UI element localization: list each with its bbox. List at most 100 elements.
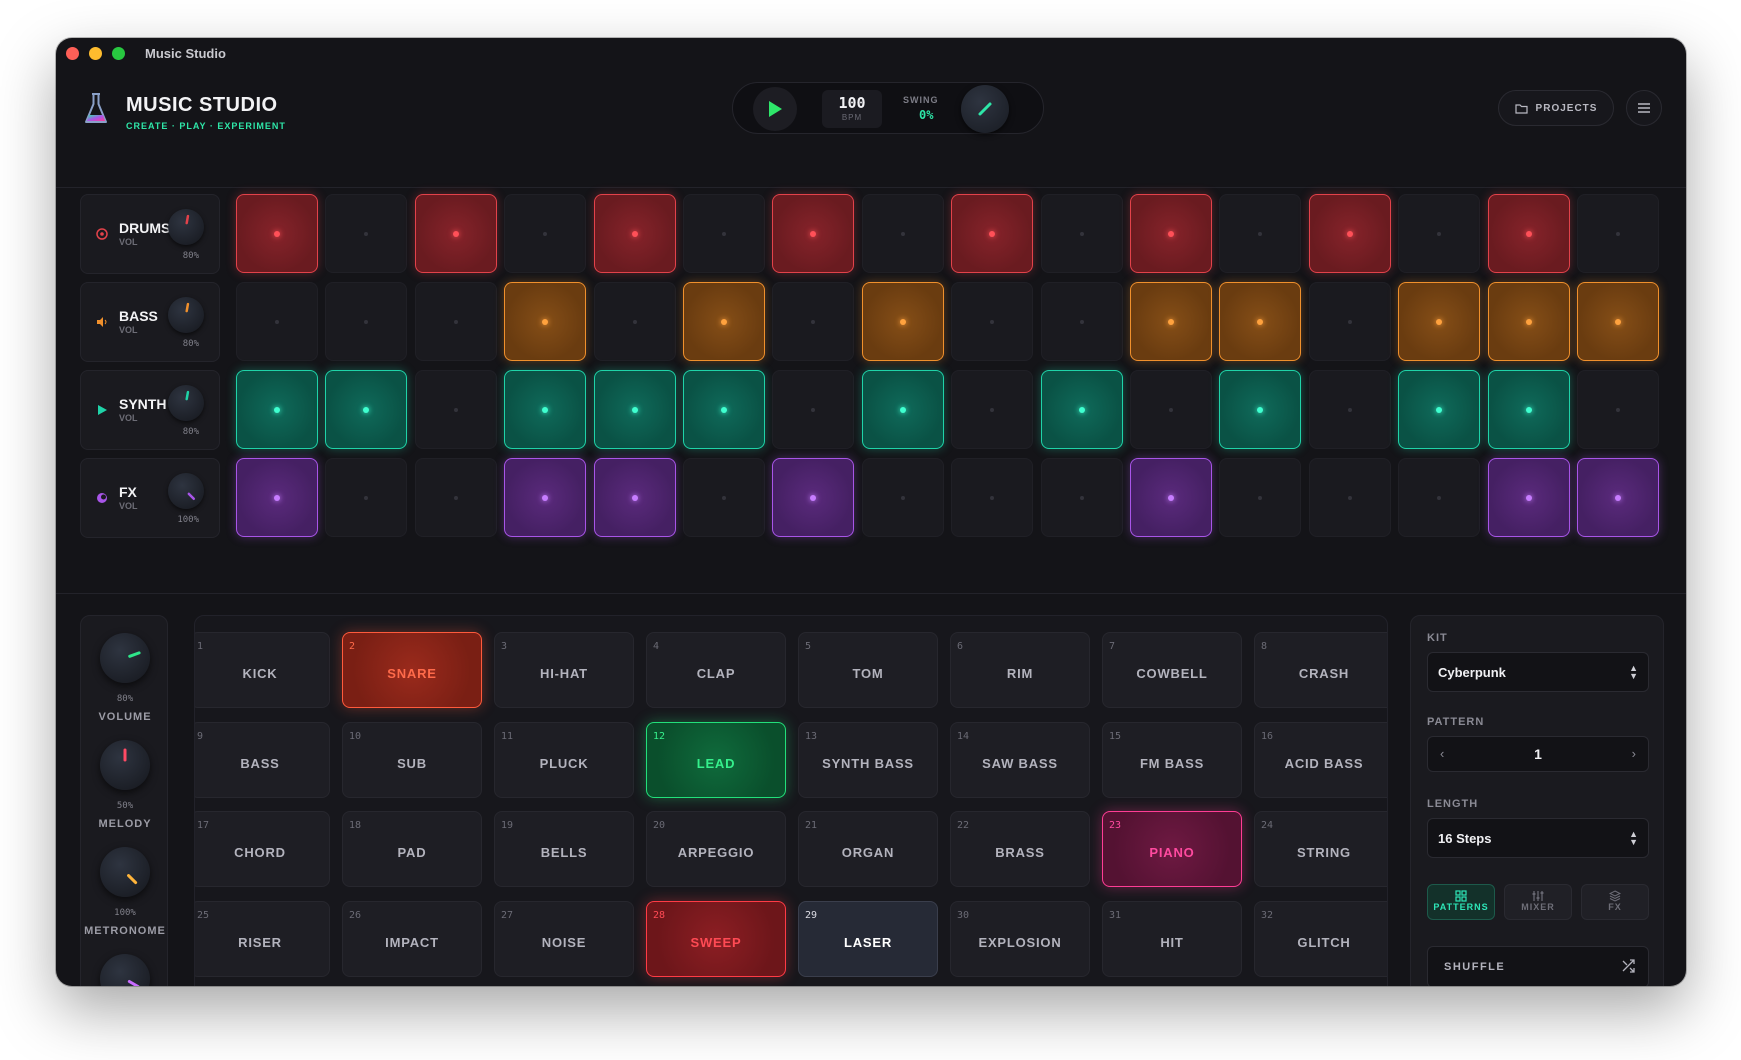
step-cell[interactable] [1487,458,1570,537]
step-cell[interactable] [772,458,855,537]
pad-brass[interactable]: 22 BRASS [950,811,1090,887]
step-cell[interactable] [236,194,318,273]
step-cell[interactable] [861,370,944,449]
pad-crash[interactable]: 8 CRASH [1254,632,1387,708]
step-cell[interactable] [1130,282,1212,361]
tab-mixer[interactable]: MIXER [1504,884,1572,920]
pad-sweep[interactable]: 28 SWEEP [646,900,786,977]
pad-hi-hat[interactable]: 3 HI-HAT [494,632,634,708]
step-cell[interactable] [1577,370,1659,449]
step-cell[interactable] [236,282,318,361]
pad-snare[interactable]: 2 SNARE [342,632,482,708]
pad-noise[interactable]: 27 NOISE [494,900,634,977]
pad-string[interactable]: 24 STRING [1254,811,1387,887]
step-cell[interactable] [1130,370,1212,449]
metronome-knob[interactable] [100,847,150,897]
step-cell[interactable] [593,370,676,449]
length-select[interactable]: 16 Steps ▲ ▼ [1427,818,1649,858]
track-volume-knob[interactable] [168,297,204,333]
play-button[interactable] [753,87,797,131]
step-cell[interactable] [1308,282,1391,361]
step-cell[interactable] [683,282,765,361]
step-cell[interactable] [414,370,497,449]
bpm-field[interactable]: 100 BPM [822,90,882,128]
pad-impact[interactable]: 26 IMPACT [342,900,482,977]
step-cell[interactable] [772,194,855,273]
pad-tom[interactable]: 5 TOM [798,632,938,708]
pad-piano[interactable]: 23 PIANO [1102,811,1242,887]
step-cell[interactable] [1219,458,1302,537]
pad-pad[interactable]: 18 PAD [342,811,482,887]
pad-acid-bass[interactable]: 16 ACID BASS [1254,721,1387,798]
step-cell[interactable] [772,282,855,361]
shuffle-button[interactable]: SHUFFLE [1427,946,1649,986]
pad-clap[interactable]: 4 CLAP [646,632,786,708]
step-cell[interactable] [593,282,676,361]
step-cell[interactable] [593,194,676,273]
step-cell[interactable] [1130,458,1212,537]
step-cell[interactable] [1040,194,1123,273]
menu-button[interactable] [1626,90,1662,126]
step-cell[interactable] [1040,282,1123,361]
step-cell[interactable] [504,194,587,273]
pad-synth-bass[interactable]: 13 SYNTH BASS [798,721,938,798]
step-cell[interactable] [1219,194,1302,273]
pad-saw-bass[interactable]: 14 SAW BASS [950,721,1090,798]
step-cell[interactable] [1130,194,1212,273]
track-volume-knob[interactable] [168,385,204,421]
pad-rim[interactable]: 6 RIM [950,632,1090,708]
pad-laser[interactable]: 29 LASER [798,900,938,977]
pad-glitch[interactable]: 32 GLITCH [1254,900,1387,977]
pad-explosion[interactable]: 30 EXPLOSION [950,900,1090,977]
step-cell[interactable] [1398,282,1481,361]
swing-knob[interactable] [961,85,1009,133]
step-cell[interactable] [1040,370,1123,449]
step-cell[interactable] [1398,370,1481,449]
step-cell[interactable] [1487,370,1570,449]
step-cell[interactable] [414,458,497,537]
step-cell[interactable] [1577,458,1659,537]
step-cell[interactable] [683,458,765,537]
track-volume-knob[interactable] [168,473,204,509]
pad-pluck[interactable]: 11 PLUCK [494,721,634,798]
step-cell[interactable] [1577,194,1659,273]
step-cell[interactable] [325,282,408,361]
step-cell[interactable] [1308,194,1391,273]
step-cell[interactable] [504,282,587,361]
pad-sub[interactable]: 10 SUB [342,721,482,798]
step-cell[interactable] [236,458,318,537]
step-cell[interactable] [1487,282,1570,361]
step-cell[interactable] [236,370,318,449]
step-cell[interactable] [1219,370,1302,449]
tab-fx[interactable]: FX [1581,884,1649,920]
step-cell[interactable] [414,194,497,273]
extra-knob[interactable] [100,954,150,986]
step-cell[interactable] [1577,282,1659,361]
close-window-button[interactable] [66,46,79,60]
step-cell[interactable] [951,370,1034,449]
step-cell[interactable] [504,370,587,449]
pad-arpeggio[interactable]: 20 ARPEGGIO [646,811,786,887]
track-volume-knob[interactable] [168,209,204,245]
projects-button[interactable]: PROJECTS [1498,90,1614,126]
kit-select[interactable]: Cyberpunk ▲ ▼ [1427,652,1649,692]
step-cell[interactable] [1487,194,1570,273]
step-cell[interactable] [414,282,497,361]
step-cell[interactable] [504,458,587,537]
step-cell[interactable] [325,458,408,537]
pad-bass[interactable]: 9 BASS [195,721,330,798]
minimize-window-button[interactable] [89,46,102,60]
melody-knob[interactable] [100,740,150,790]
pad-kick[interactable]: 1 KICK [195,632,330,708]
maximize-window-button[interactable] [112,46,125,60]
step-cell[interactable] [951,194,1034,273]
volume-knob[interactable] [100,633,150,683]
step-cell[interactable] [683,194,765,273]
tab-patterns[interactable]: PATTERNS [1427,884,1495,920]
step-cell[interactable] [593,458,676,537]
step-cell[interactable] [1040,458,1123,537]
step-cell[interactable] [1308,458,1391,537]
pattern-next-button[interactable]: › [1632,746,1636,761]
step-cell[interactable] [772,370,855,449]
step-cell[interactable] [951,282,1034,361]
